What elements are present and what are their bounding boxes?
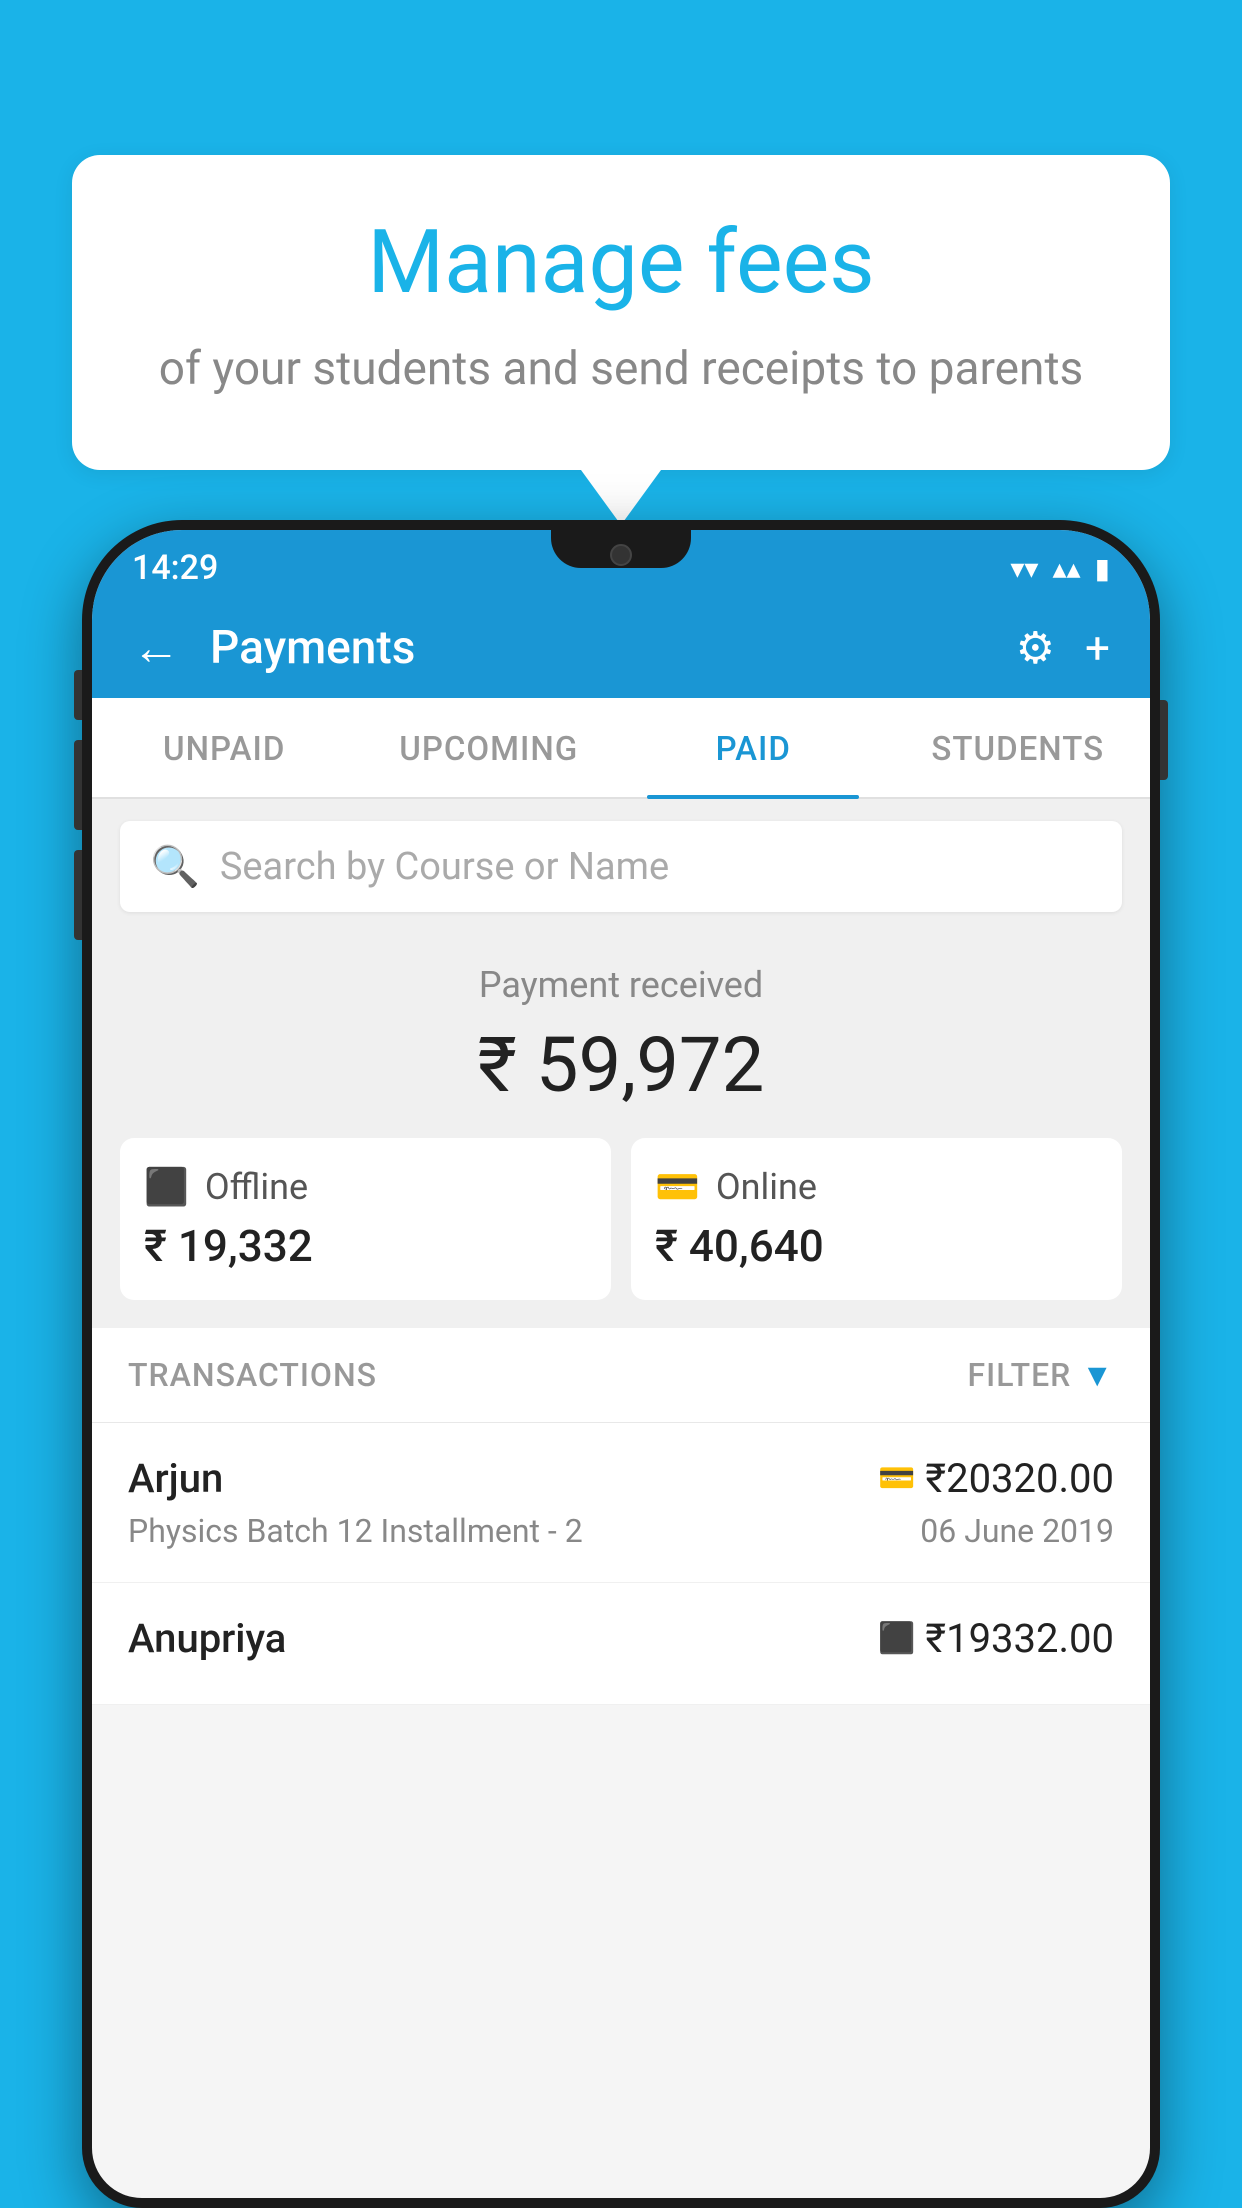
card-payment-icon: 💳: [878, 1461, 915, 1496]
phone-notch: [551, 530, 691, 568]
add-button[interactable]: +: [1085, 622, 1110, 674]
filter-button[interactable]: FILTER ▼: [968, 1356, 1114, 1394]
search-input[interactable]: Search by Course or Name: [220, 845, 669, 889]
search-container: 🔍 Search by Course or Name: [92, 799, 1150, 934]
tab-paid[interactable]: PAID: [621, 698, 886, 797]
payment-cards-row: ⬛ Offline ₹ 19,332 💳 Online ₹ 40,640: [92, 1138, 1150, 1328]
transaction-row[interactable]: Arjun 💳 ₹20320.00 Physics Batch 12 Insta…: [92, 1423, 1150, 1583]
transaction-row[interactable]: Anupriya ⬛ ₹19332.00: [92, 1583, 1150, 1705]
status-icons: ▾▾ ▴▴ ▮: [1010, 552, 1110, 585]
header-actions: ⚙ +: [1016, 622, 1110, 674]
status-time: 14:29: [132, 548, 218, 588]
transaction-name: Anupriya: [128, 1615, 286, 1662]
phone-vol-down: [74, 850, 82, 940]
phone-vol-silent: [74, 670, 82, 720]
transaction-amount-wrap: ⬛ ₹19332.00: [878, 1615, 1114, 1662]
payment-received-label: Payment received: [120, 964, 1122, 1006]
transactions-label: TRANSACTIONS: [128, 1356, 377, 1394]
settings-button[interactable]: ⚙: [1016, 622, 1055, 674]
transaction-name: Arjun: [128, 1455, 223, 1502]
phone-frame: 14:29 ▾▾ ▴▴ ▮ ← Payments ⚙ + UNPAID UPCO…: [82, 520, 1160, 2208]
speech-bubble: Manage fees of your students and send re…: [72, 155, 1170, 470]
bubble-title: Manage fees: [152, 215, 1090, 312]
payment-received-section: Payment received ₹ 59,972: [92, 934, 1150, 1138]
phone-screen: 14:29 ▾▾ ▴▴ ▮ ← Payments ⚙ + UNPAID UPCO…: [92, 530, 1150, 2198]
signal-icon: ▴▴: [1052, 552, 1080, 585]
online-amount: ₹ 40,640: [655, 1220, 1098, 1272]
tab-unpaid[interactable]: UNPAID: [92, 698, 357, 797]
bubble-subtitle: of your students and send receipts to pa…: [152, 340, 1090, 400]
offline-payment-card: ⬛ Offline ₹ 19,332: [120, 1138, 611, 1300]
phone-power-button: [1160, 700, 1168, 780]
speech-bubble-section: Manage fees of your students and send re…: [72, 155, 1170, 525]
transaction-amount: ₹20320.00: [925, 1455, 1114, 1502]
transaction-amount: ₹19332.00: [925, 1615, 1114, 1662]
transaction-top: Anupriya ⬛ ₹19332.00: [128, 1615, 1114, 1662]
transactions-header: TRANSACTIONS FILTER ▼: [92, 1328, 1150, 1423]
transaction-course: Physics Batch 12 Installment - 2: [128, 1512, 583, 1550]
online-payment-card: 💳 Online ₹ 40,640: [631, 1138, 1122, 1300]
wifi-icon: ▾▾: [1010, 552, 1038, 585]
phone-camera: [610, 544, 632, 566]
online-label: Online: [716, 1166, 817, 1208]
search-box[interactable]: 🔍 Search by Course or Name: [120, 821, 1122, 912]
app-header: ← Payments ⚙ +: [92, 598, 1150, 698]
offline-label: Offline: [205, 1166, 308, 1208]
offline-icon: ⬛: [144, 1166, 189, 1208]
transaction-amount-wrap: 💳 ₹20320.00: [878, 1455, 1114, 1502]
tabs-bar: UNPAID UPCOMING PAID STUDENTS: [92, 698, 1150, 799]
transaction-bottom: Physics Batch 12 Installment - 2 06 June…: [128, 1512, 1114, 1550]
offline-card-header: ⬛ Offline: [144, 1166, 587, 1208]
tab-students[interactable]: STUDENTS: [886, 698, 1151, 797]
online-card-header: 💳 Online: [655, 1166, 1098, 1208]
transaction-date: 06 June 2019: [920, 1512, 1114, 1550]
battery-icon: ▮: [1095, 552, 1110, 585]
back-button[interactable]: ←: [132, 624, 180, 672]
filter-icon: ▼: [1081, 1356, 1114, 1394]
offline-amount: ₹ 19,332: [144, 1220, 587, 1272]
filter-label: FILTER: [968, 1356, 1072, 1394]
cash-payment-icon: ⬛: [878, 1621, 915, 1656]
payment-received-amount: ₹ 59,972: [120, 1020, 1122, 1110]
search-icon: 🔍: [150, 843, 200, 890]
online-icon: 💳: [655, 1166, 700, 1208]
transaction-top: Arjun 💳 ₹20320.00: [128, 1455, 1114, 1502]
phone-vol-up: [74, 740, 82, 830]
tab-upcoming[interactable]: UPCOMING: [357, 698, 622, 797]
page-title: Payments: [210, 621, 986, 675]
bubble-arrow: [581, 470, 661, 525]
